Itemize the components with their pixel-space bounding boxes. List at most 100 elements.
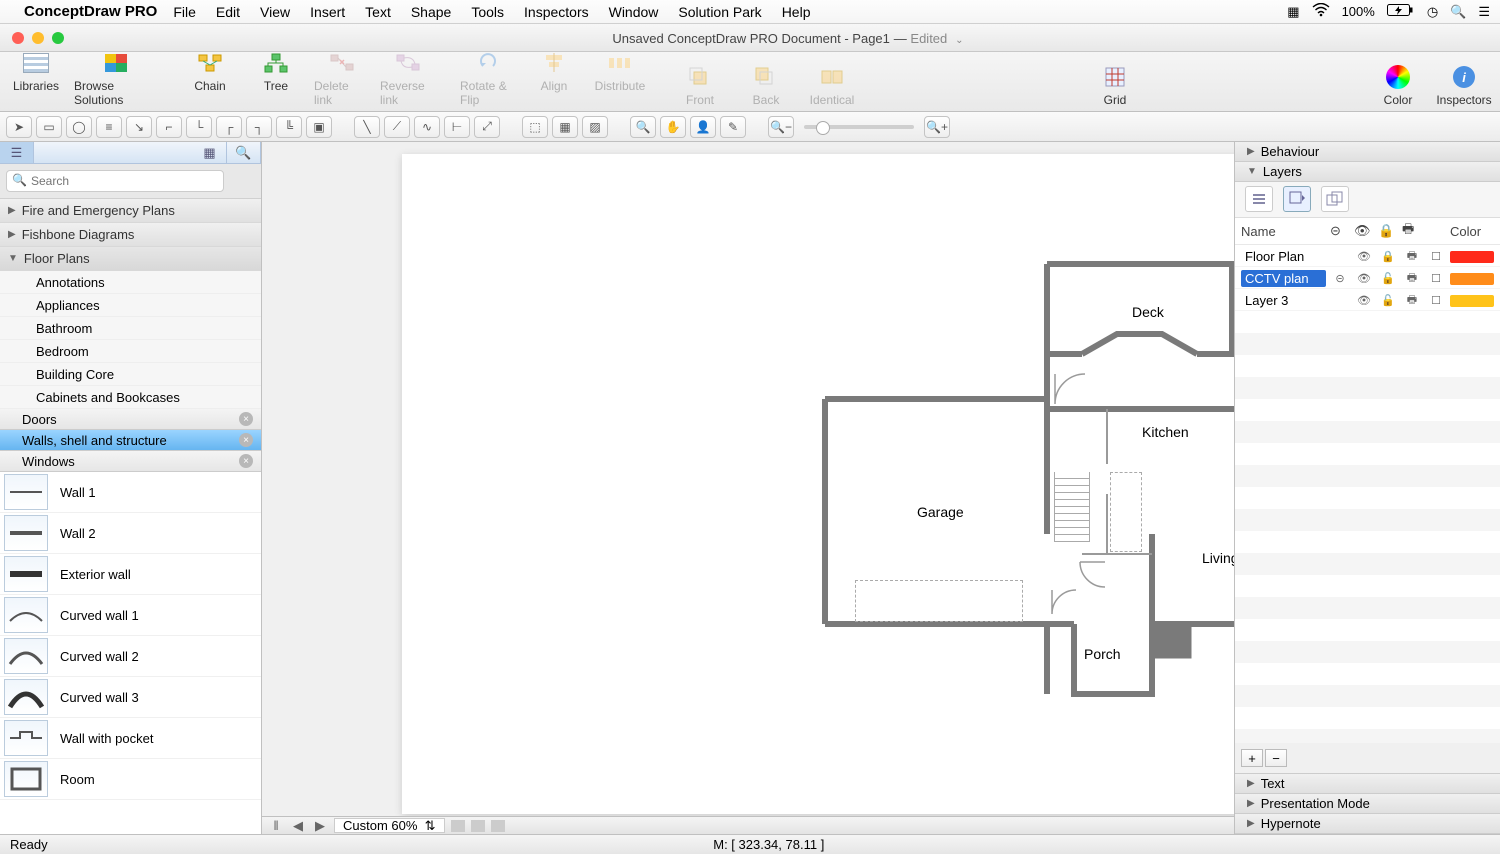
page-next[interactable]: ▶ bbox=[312, 818, 328, 834]
connector-2[interactable]: ⌐ bbox=[156, 116, 182, 138]
tree-button[interactable]: Tree bbox=[248, 49, 304, 107]
connector-6[interactable]: ╚ bbox=[276, 116, 302, 138]
category-fishbone[interactable]: ▶Fishbone Diagrams bbox=[0, 223, 261, 247]
zoom-dropdown[interactable]: Custom 60% ⇅ bbox=[334, 818, 445, 833]
chain-button[interactable]: Chain bbox=[182, 49, 238, 107]
group-tool-2[interactable]: ▦ bbox=[552, 116, 578, 138]
wifi-icon[interactable] bbox=[1312, 3, 1330, 20]
add-layer-button[interactable]: + bbox=[1241, 749, 1263, 767]
layer-row-cctv[interactable]: CCTV plan⊝👁🔓🖶☐ bbox=[1235, 267, 1500, 289]
chevron-down-icon[interactable]: ⌄ bbox=[955, 35, 963, 46]
shape-wall-1[interactable]: Wall 1 bbox=[0, 472, 261, 513]
lib-tab-grid[interactable]: ▦ bbox=[193, 142, 227, 163]
rect-tool[interactable]: ▭ bbox=[36, 116, 62, 138]
layout-icon[interactable]: ▦ bbox=[1287, 4, 1299, 20]
connector-3[interactable]: └ bbox=[186, 116, 212, 138]
pen-tool[interactable]: ✎ bbox=[720, 116, 746, 138]
align-button[interactable]: Align bbox=[526, 49, 582, 107]
close-icon[interactable]: × bbox=[239, 454, 253, 468]
zoom-window[interactable] bbox=[52, 32, 64, 44]
menu-edit[interactable]: Edit bbox=[216, 4, 240, 20]
layer-view-1[interactable] bbox=[1245, 186, 1273, 212]
menu-insert[interactable]: Insert bbox=[310, 4, 345, 20]
zoom-tool[interactable]: 🔍 bbox=[630, 116, 656, 138]
minimize-window[interactable] bbox=[32, 32, 44, 44]
shape-curved-wall-2[interactable]: Curved wall 2 bbox=[0, 636, 261, 677]
front-button[interactable]: Front bbox=[672, 63, 728, 107]
arc-tool[interactable]: ⟋ bbox=[384, 116, 410, 138]
page[interactable]: Deck Kitchen Din Garage Living Porch bbox=[402, 154, 1234, 814]
canvas[interactable]: Deck Kitchen Din Garage Living Porch ‖ ◀… bbox=[262, 142, 1234, 834]
connector-1[interactable]: ↘ bbox=[126, 116, 152, 138]
lib-tab-search[interactable]: 🔍 bbox=[227, 142, 261, 163]
menu-help[interactable]: Help bbox=[782, 4, 811, 20]
category-fire-emergency[interactable]: ▶Fire and Emergency Plans bbox=[0, 199, 261, 223]
pane-toggle[interactable]: ‖ bbox=[268, 818, 284, 833]
app-name[interactable]: ConceptDraw PRO bbox=[24, 3, 157, 20]
menu-text[interactable]: Text bbox=[365, 4, 391, 20]
close-icon[interactable]: × bbox=[239, 433, 253, 447]
line-tool[interactable]: ╲ bbox=[354, 116, 380, 138]
identical-button[interactable]: Identical bbox=[804, 63, 860, 107]
spline-tool[interactable]: ∿ bbox=[414, 116, 440, 138]
menu-window[interactable]: Window bbox=[609, 4, 659, 20]
layer-view-3[interactable] bbox=[1321, 186, 1349, 212]
section-layers[interactable]: ▼Layers bbox=[1235, 162, 1500, 182]
zoom-out[interactable]: 🔍− bbox=[768, 116, 794, 138]
section-text[interactable]: ▶Text bbox=[1235, 774, 1500, 794]
distribute-button[interactable]: Distribute bbox=[592, 49, 648, 107]
shape-exterior-wall[interactable]: Exterior wall bbox=[0, 554, 261, 595]
menu-view[interactable]: View bbox=[260, 4, 290, 20]
lib-doors[interactable]: Doors× bbox=[0, 409, 261, 430]
page-thumb-1[interactable] bbox=[451, 820, 465, 832]
shape-curved-wall-1[interactable]: Curved wall 1 bbox=[0, 595, 261, 636]
ellipse-tool[interactable]: ◯ bbox=[66, 116, 92, 138]
grid-button[interactable]: Grid bbox=[1087, 63, 1143, 107]
battery-icon[interactable] bbox=[1387, 3, 1415, 20]
clock-icon[interactable]: ◷ bbox=[1427, 4, 1438, 20]
text-tool[interactable]: ≡ bbox=[96, 116, 122, 138]
connector-4[interactable]: ┌ bbox=[216, 116, 242, 138]
menu-inspectors[interactable]: Inspectors bbox=[524, 4, 589, 20]
shape-wall-pocket[interactable]: Wall with pocket bbox=[0, 718, 261, 759]
list-icon[interactable]: ☰ bbox=[1478, 4, 1490, 20]
menu-solution-park[interactable]: Solution Park bbox=[678, 4, 761, 20]
eyedrop-tool[interactable]: 👤 bbox=[690, 116, 716, 138]
subcat-building-core[interactable]: Building Core bbox=[0, 363, 261, 386]
connector-5[interactable]: ┐ bbox=[246, 116, 272, 138]
callout-tool[interactable]: ⤢ bbox=[474, 116, 500, 138]
back-button[interactable]: Back bbox=[738, 63, 794, 107]
subcat-bedroom[interactable]: Bedroom bbox=[0, 340, 261, 363]
section-presentation[interactable]: ▶Presentation Mode bbox=[1235, 794, 1500, 814]
layer-row-layer3[interactable]: Layer 3👁🔓🖶☐ bbox=[1235, 289, 1500, 311]
connector-snap[interactable]: ▣ bbox=[306, 116, 332, 138]
browse-solutions-button[interactable]: Browse Solutions bbox=[74, 49, 158, 107]
close-icon[interactable]: × bbox=[239, 412, 253, 426]
pointer-tool[interactable]: ➤ bbox=[6, 116, 32, 138]
menu-shape[interactable]: Shape bbox=[411, 4, 451, 20]
subcat-bathroom[interactable]: Bathroom bbox=[0, 317, 261, 340]
rotate-flip-button[interactable]: Rotate & Flip bbox=[460, 49, 516, 107]
page-thumb-2[interactable] bbox=[471, 820, 485, 832]
inspectors-button[interactable]: iInspectors bbox=[1436, 63, 1492, 107]
category-floor-plans[interactable]: ▼Floor Plans bbox=[0, 247, 261, 271]
color-button[interactable]: Color bbox=[1370, 63, 1426, 107]
subcat-annotations[interactable]: Annotations bbox=[0, 271, 261, 294]
lib-windows[interactable]: Windows× bbox=[0, 451, 261, 472]
menu-tools[interactable]: Tools bbox=[471, 4, 504, 20]
close-window[interactable] bbox=[12, 32, 24, 44]
hand-tool[interactable]: ✋ bbox=[660, 116, 686, 138]
subcat-appliances[interactable]: Appliances bbox=[0, 294, 261, 317]
floor-plan-drawing[interactable]: Deck Kitchen Din Garage Living Porch bbox=[822, 254, 1234, 814]
remove-layer-button[interactable]: − bbox=[1265, 749, 1287, 767]
shape-room[interactable]: Room bbox=[0, 759, 261, 800]
library-search-input[interactable] bbox=[6, 170, 224, 192]
zoom-in[interactable]: 🔍+ bbox=[924, 116, 950, 138]
reverse-link-button[interactable]: Reverse link bbox=[380, 49, 436, 107]
zoom-slider[interactable] bbox=[804, 125, 914, 129]
lib-tab-tree[interactable]: ☰ bbox=[0, 142, 34, 163]
section-hypernote[interactable]: ▶Hypernote bbox=[1235, 814, 1500, 834]
dimension-tool[interactable]: ⊢ bbox=[444, 116, 470, 138]
libraries-button[interactable]: Libraries bbox=[8, 49, 64, 107]
layer-row-floor-plan[interactable]: Floor Plan👁🔒🖶☐ bbox=[1235, 245, 1500, 267]
